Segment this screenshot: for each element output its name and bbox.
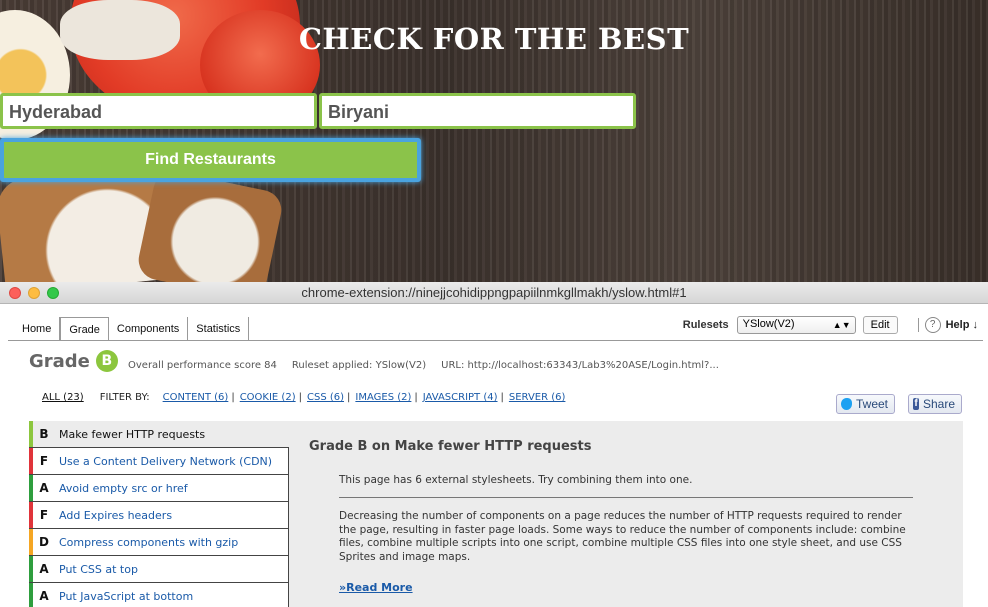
grade-color-bar — [29, 529, 33, 555]
rule-grade: F — [39, 454, 49, 468]
tweet-label: Tweet — [855, 397, 888, 411]
tab-home[interactable]: Home — [14, 317, 61, 341]
filter-javascript[interactable]: JAVASCRIPT (4) — [423, 392, 498, 403]
tab-bar: Home Grade Components Statistics — [14, 317, 250, 341]
rule-title: Use a Content Delivery Network (CDN) — [59, 454, 273, 468]
twitter-bird-icon — [841, 398, 852, 410]
detail-description: Decreasing the number of components on a… — [339, 510, 906, 563]
grade-color-bar — [29, 583, 33, 607]
tab-components[interactable]: Components — [109, 317, 189, 341]
cuisine-input[interactable]: Biryani — [319, 93, 636, 129]
location-input[interactable]: Hyderabad — [0, 93, 317, 129]
filter-content[interactable]: CONTENT (6) — [163, 392, 229, 403]
rules-list: B Make fewer HTTP requests F Use a Conte… — [29, 421, 290, 607]
filter-divider: | — [500, 392, 504, 403]
ruleset-select[interactable]: YSlow(V2) ▲▼ — [736, 316, 856, 334]
rulesets-label: Rulesets — [682, 319, 729, 331]
grade-color-bar — [29, 556, 33, 582]
overall-score: Overall performance score 84 — [128, 360, 277, 371]
tab-statistics[interactable]: Statistics — [188, 317, 250, 341]
rule-item-make-fewer-http-requests[interactable]: B Make fewer HTTP requests — [29, 421, 290, 448]
help-icon[interactable]: ? — [924, 317, 941, 333]
find-restaurants-button[interactable]: Find Restaurants — [0, 138, 421, 182]
grade-summary: Overall performance score 84 Ruleset app… — [128, 360, 734, 371]
page-url: URL: http://localhost:63343/Lab3%20ASE/L… — [441, 360, 719, 371]
tab-grade[interactable]: Grade — [60, 317, 109, 341]
yslow-panel: Home Grade Components Statistics Ruleset… — [0, 304, 988, 607]
detail-message: This page has 6 external stylesheets. Tr… — [339, 474, 693, 486]
rule-grade: A — [39, 589, 49, 603]
detail-divider — [339, 497, 913, 498]
toolbar-separator — [917, 318, 919, 332]
grade-header: Grade B — [29, 350, 118, 372]
facebook-icon: f — [913, 398, 919, 410]
filter-cookie[interactable]: COOKIE (2) — [240, 392, 296, 403]
rule-grade: A — [39, 562, 49, 576]
close-window-button[interactable] — [9, 287, 21, 299]
rule-item-js-at-bottom[interactable]: A Put JavaScript at bottom — [29, 583, 289, 607]
rule-title: Put JavaScript at bottom — [59, 589, 194, 603]
rule-grade: A — [39, 481, 49, 495]
edit-ruleset-button[interactable]: Edit — [862, 316, 898, 334]
rule-grade: F — [39, 508, 49, 522]
select-arrows-icon: ▲▼ — [832, 320, 851, 330]
rule-item-add-expires-headers[interactable]: F Add Expires headers — [29, 502, 289, 529]
tweet-button[interactable]: Tweet — [836, 394, 895, 414]
rule-item-use-cdn[interactable]: F Use a Content Delivery Network (CDN) — [29, 448, 289, 475]
zoom-window-button[interactable] — [47, 287, 59, 299]
tab-divider — [8, 340, 983, 341]
rule-title: Make fewer HTTP requests — [59, 427, 206, 441]
rule-grade: B — [39, 427, 49, 441]
detail-title: Grade B on Make fewer HTTP requests — [309, 439, 592, 454]
filter-by-label: FILTER BY: — [99, 392, 150, 403]
ruleset-selected-value: YSlow(V2) — [742, 318, 795, 330]
window-url: chrome-extension://ninejjcohidippngpapii… — [301, 285, 687, 300]
filter-divider: | — [347, 392, 351, 403]
help-menu[interactable]: Help ↓ — [946, 319, 978, 331]
share-button[interactable]: f Share — [908, 394, 962, 414]
rule-title: Add Expires headers — [59, 508, 173, 522]
rule-item-css-at-top[interactable]: A Put CSS at top — [29, 556, 289, 583]
rule-detail-pane: Grade B on Make fewer HTTP requests This… — [289, 421, 963, 607]
grade-color-bar — [29, 448, 33, 474]
grade-color-bar — [29, 475, 33, 501]
toast-image — [134, 167, 286, 282]
filter-divider: | — [414, 392, 418, 403]
rule-item-avoid-empty-src[interactable]: A Avoid empty src or href — [29, 475, 289, 502]
share-label: Share — [922, 397, 955, 411]
window-titlebar: chrome-extension://ninejjcohidippngpapii… — [0, 282, 988, 304]
filter-bar: ALL (23) FILTER BY: CONTENT (6) | COOKIE … — [42, 392, 565, 403]
minimize-window-button[interactable] — [28, 287, 40, 299]
hero-title: CHECK FOR THE BEST — [298, 22, 690, 56]
grade-color-bar — [29, 502, 33, 528]
grade-title: Grade — [29, 350, 90, 372]
filter-images[interactable]: IMAGES (2) — [355, 392, 411, 403]
filter-all[interactable]: ALL (23) — [42, 392, 84, 403]
grade-color-bar — [29, 421, 33, 447]
filter-css[interactable]: CSS (6) — [307, 392, 344, 403]
rule-grade: D — [39, 535, 49, 549]
hero-section: CHECK FOR THE BEST Hyderabad Biryani Fin… — [0, 0, 988, 282]
filter-divider: | — [298, 392, 302, 403]
ruleset-toolbar: Rulesets YSlow(V2) ▲▼ Edit ? Help ↓ — [683, 316, 978, 334]
overall-grade-badge: B — [95, 350, 118, 372]
read-more-link[interactable]: »Read More — [339, 581, 413, 594]
rule-title: Put CSS at top — [59, 562, 138, 576]
rule-title: Compress components with gzip — [59, 535, 239, 549]
filter-server[interactable]: SERVER (6) — [509, 392, 566, 403]
rule-title: Avoid empty src or href — [59, 481, 188, 495]
rule-item-compress-gzip[interactable]: D Compress components with gzip — [29, 529, 289, 556]
filter-divider: | — [231, 392, 235, 403]
ruleset-applied: Ruleset applied: YSlow(V2) — [291, 360, 427, 371]
